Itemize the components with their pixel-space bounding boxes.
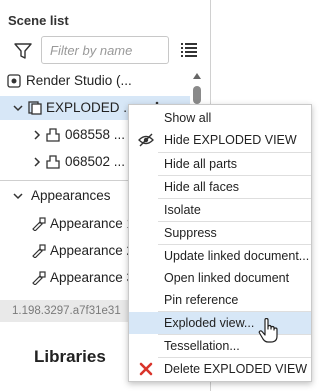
menu-item-label: Exploded view... — [164, 316, 255, 330]
scroll-up-arrow-icon[interactable] — [192, 72, 202, 80]
menu-item-label: Tessellation... — [164, 339, 240, 353]
tree-item-render-studio[interactable]: Render Studio (... — [0, 69, 190, 93]
list-view-icon[interactable] — [181, 42, 197, 58]
render-studio-icon — [7, 74, 21, 88]
filter-icon[interactable] — [14, 42, 32, 60]
menu-item-show-all[interactable]: Show all — [129, 107, 311, 129]
chevron-down-icon[interactable] — [12, 96, 24, 120]
assembly-icon — [28, 101, 42, 115]
menu-item-pin-reference[interactable]: Pin reference — [129, 289, 311, 311]
context-menu: Show all Hide EXPLODED VIEW Hide all par… — [128, 104, 312, 382]
menu-item-hide-all-faces[interactable]: Hide all faces — [129, 176, 311, 198]
appearance-icon — [32, 271, 46, 285]
menu-item-suppress[interactable]: Suppress — [129, 222, 311, 244]
part-icon — [46, 128, 60, 142]
tree-item-label: 068558 ... — [65, 127, 126, 142]
menu-item-label: Suppress — [164, 226, 217, 240]
appearance-label: Appearance 1 — [50, 216, 135, 231]
hand-pointer-cursor-icon — [258, 318, 278, 343]
menu-item-label: Hide all parts — [164, 157, 237, 171]
menu-item-exploded-view[interactable]: Exploded view... — [129, 312, 311, 334]
menu-item-isolate[interactable]: Isolate — [129, 199, 311, 221]
menu-item-hide-all-parts[interactable]: Hide all parts — [129, 153, 311, 175]
menu-item-update-linked-document[interactable]: Update linked document... — [129, 245, 311, 267]
tree-item-label: EXPLODED ... — [46, 100, 135, 115]
menu-item-hide-exploded-view[interactable]: Hide EXPLODED VIEW — [129, 129, 311, 151]
scrollbar-thumb[interactable] — [193, 86, 201, 104]
menu-item-label: Delete EXPLODED VIEW — [164, 362, 308, 376]
menu-item-delete-exploded-view[interactable]: Delete EXPLODED VIEW — [129, 358, 311, 380]
chevron-right-icon[interactable] — [31, 150, 43, 174]
scene-list-title: Scene list — [8, 13, 69, 28]
appearance-icon — [32, 244, 46, 258]
menu-item-label: Hide all faces — [164, 180, 240, 194]
menu-item-label: Show all — [164, 111, 212, 125]
menu-item-label: Isolate — [164, 203, 201, 217]
menu-item-label: Open linked document — [164, 271, 290, 285]
libraries-heading[interactable]: Libraries — [34, 347, 106, 367]
appearances-label: Appearances — [31, 188, 111, 203]
menu-item-label: Update linked document... — [164, 249, 310, 263]
appearance-icon — [32, 217, 46, 231]
chevron-right-icon[interactable] — [31, 123, 43, 147]
part-icon — [46, 155, 60, 169]
hide-eye-icon — [138, 133, 154, 147]
menu-item-tessellation[interactable]: Tessellation... — [129, 335, 311, 357]
tree-item-label: 068502 ... — [65, 154, 126, 169]
menu-item-label: Hide EXPLODED VIEW — [164, 133, 297, 147]
tree-item-label: Render Studio (... — [26, 73, 132, 88]
appearance-label: Appearance 3 — [50, 270, 135, 285]
chevron-down-icon[interactable] — [12, 184, 24, 208]
menu-item-open-linked-document[interactable]: Open linked document — [129, 267, 311, 289]
menu-item-label: Pin reference — [164, 293, 239, 307]
delete-x-icon — [139, 362, 153, 376]
filter-input[interactable] — [41, 36, 169, 64]
appearance-label: Appearance 2 — [50, 243, 135, 258]
